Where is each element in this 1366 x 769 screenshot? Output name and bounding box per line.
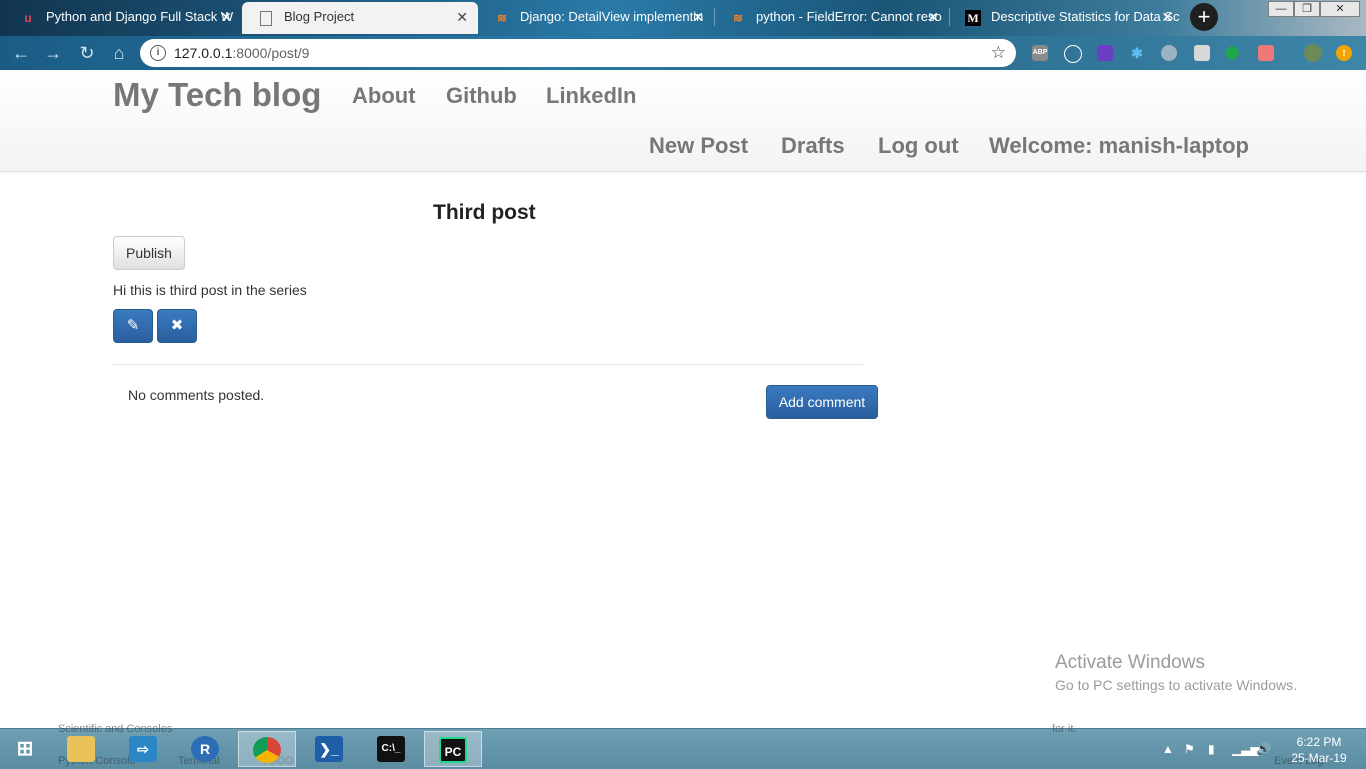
minimize-button[interactable]: — [1268, 1, 1294, 17]
tray-chevron-icon[interactable]: ▲ [1162, 742, 1174, 756]
udemy-icon: u [24, 11, 32, 25]
adblock-icon[interactable]: ABP [1032, 45, 1048, 61]
watermark-subtext: Go to PC settings to activate Windows. [1055, 677, 1297, 693]
avatar[interactable] [1304, 44, 1322, 62]
taskbar-cmd[interactable]: C:\_ [362, 731, 420, 767]
document-icon [260, 11, 272, 26]
bookmark-star-icon[interactable]: ☆ [991, 43, 1006, 63]
browser-tab-active[interactable]: Blog Project ✕ [242, 2, 478, 34]
medium-icon: M [965, 10, 981, 26]
globe-icon[interactable] [1161, 45, 1177, 61]
post-title: Third post [433, 201, 536, 224]
url-text[interactable]: 127.0.0.1:8000/post/9 [174, 45, 309, 61]
browser-toolbar: ← → ↻ ⌂ i 127.0.0.1:8000/post/9 ☆ ABP ✱ … [0, 36, 1366, 70]
forward-icon[interactable]: → [42, 42, 64, 64]
nav-welcome-user[interactable]: Welcome: manish-laptop [989, 133, 1249, 159]
maximize-button[interactable]: ❐ [1294, 1, 1320, 17]
close-icon[interactable]: ✕ [456, 2, 468, 32]
close-icon[interactable]: ✕ [1161, 2, 1173, 32]
powershell-icon: ❯_ [315, 736, 343, 762]
chrome-icon [253, 737, 281, 763]
info-icon[interactable]: i [150, 45, 166, 61]
nav-logout[interactable]: Log out [878, 133, 959, 159]
action-center-icon[interactable]: ⚑ [1184, 742, 1195, 756]
close-icon[interactable]: ✕ [220, 2, 232, 32]
remote-desktop-icon: ⇨ [129, 736, 157, 762]
pencil-icon: ✎ [126, 317, 140, 334]
home-icon[interactable]: ⌂ [108, 42, 130, 64]
nav-linkedin[interactable]: LinkedIn [546, 83, 636, 109]
activate-windows-watermark: Activate Windows Go to PC settings to ac… [1055, 652, 1297, 693]
stackoverflow-icon: ≋ [732, 11, 744, 25]
taskbar-powershell[interactable]: ❯_ [300, 731, 358, 767]
taskbar-chrome[interactable] [238, 731, 296, 767]
green-extension-icon[interactable] [1223, 44, 1241, 62]
new-tab-button[interactable]: + [1190, 3, 1218, 31]
post-body: Hi this is third post in the series [113, 282, 307, 298]
tab-title: Python and Django Full Stack W [46, 9, 234, 24]
speedometer-icon[interactable] [1064, 45, 1082, 63]
site-brand[interactable]: My Tech blog [113, 76, 321, 114]
cube-icon[interactable] [1097, 45, 1113, 61]
watermark-heading: Activate Windows [1055, 652, 1205, 673]
browser-tab[interactable]: ≋ Django: DetailView implementin ✕ [478, 2, 714, 34]
video-icon[interactable] [1258, 45, 1274, 61]
edit-post-button[interactable]: ✎ [113, 309, 153, 343]
start-button[interactable]: ⊞ [0, 731, 50, 767]
browser-tab[interactable]: u Python and Django Full Stack W ✕ [4, 2, 242, 34]
nav-new-post[interactable]: New Post [649, 133, 748, 159]
r-language-icon: R [191, 736, 219, 762]
taskbar: Scientific and Consoles Python Console T… [0, 723, 1366, 769]
tab-title: Descriptive Statistics for Data Sc [991, 9, 1180, 24]
tab-title: Blog Project [284, 9, 355, 24]
page-content: My Tech blog About Github LinkedIn New P… [0, 70, 1366, 728]
taskbar-r[interactable]: R [176, 731, 234, 767]
browser-tab[interactable]: ≋ python - FieldError: Cannot reso ✕ [714, 2, 949, 34]
alert-icon[interactable]: ! [1336, 45, 1352, 61]
clock-time: 6:22 PM [1296, 735, 1342, 749]
taskbar-pycharm[interactable]: PC [424, 731, 482, 767]
clock-date: 25-Mar-19 [1291, 751, 1347, 765]
windows-logo-icon: ⊞ [16, 738, 34, 760]
close-icon[interactable]: ✕ [692, 2, 704, 32]
stackoverflow-icon: ≋ [496, 11, 508, 25]
site-navbar: My Tech blog About Github LinkedIn New P… [0, 70, 1366, 172]
no-comments-text: No comments posted. [128, 387, 265, 403]
reload-icon[interactable]: ↻ [76, 42, 98, 64]
system-clock[interactable]: 6:22 PM 25-Mar-19 [1284, 734, 1354, 766]
taskbar-file-explorer[interactable] [52, 731, 110, 767]
divider [113, 364, 863, 365]
back-icon[interactable]: ← [10, 42, 32, 64]
taskbar-remote-desktop[interactable]: ⇨ [114, 731, 172, 767]
battery-icon[interactable]: ▮ [1208, 742, 1215, 756]
remove-icon: ✖ [170, 317, 184, 334]
delete-post-button[interactable]: ✖ [157, 309, 197, 343]
puzzle-icon[interactable]: ✱ [1129, 45, 1145, 61]
tab-title: Django: DetailView implementin [520, 9, 704, 24]
url-host: 127.0.0.1 [174, 45, 233, 61]
add-comment-button[interactable]: Add comment [766, 385, 878, 419]
command-prompt-icon: C:\_ [377, 736, 405, 762]
ghost-text: for it. [1052, 723, 1077, 735]
pycharm-icon: PC [439, 737, 467, 763]
folder-icon [67, 736, 95, 762]
tab-title: python - FieldError: Cannot reso [756, 9, 942, 24]
nav-drafts[interactable]: Drafts [781, 133, 845, 159]
browser-tab[interactable]: M Descriptive Statistics for Data Sc ✕ [949, 2, 1183, 34]
nav-github[interactable]: Github [446, 83, 517, 109]
bulb-icon[interactable] [1194, 45, 1210, 61]
publish-button[interactable]: Publish [113, 236, 185, 270]
close-icon[interactable]: ✕ [927, 2, 939, 32]
nav-about[interactable]: About [352, 83, 416, 109]
close-window-button[interactable]: ✕ [1320, 1, 1360, 17]
volume-icon[interactable]: 🔊 [1256, 742, 1271, 756]
url-path: :8000/post/9 [232, 45, 310, 61]
address-bar[interactable]: i 127.0.0.1:8000/post/9 ☆ [140, 39, 1016, 67]
browser-tab-strip: u Python and Django Full Stack W ✕ Blog … [0, 0, 1366, 36]
